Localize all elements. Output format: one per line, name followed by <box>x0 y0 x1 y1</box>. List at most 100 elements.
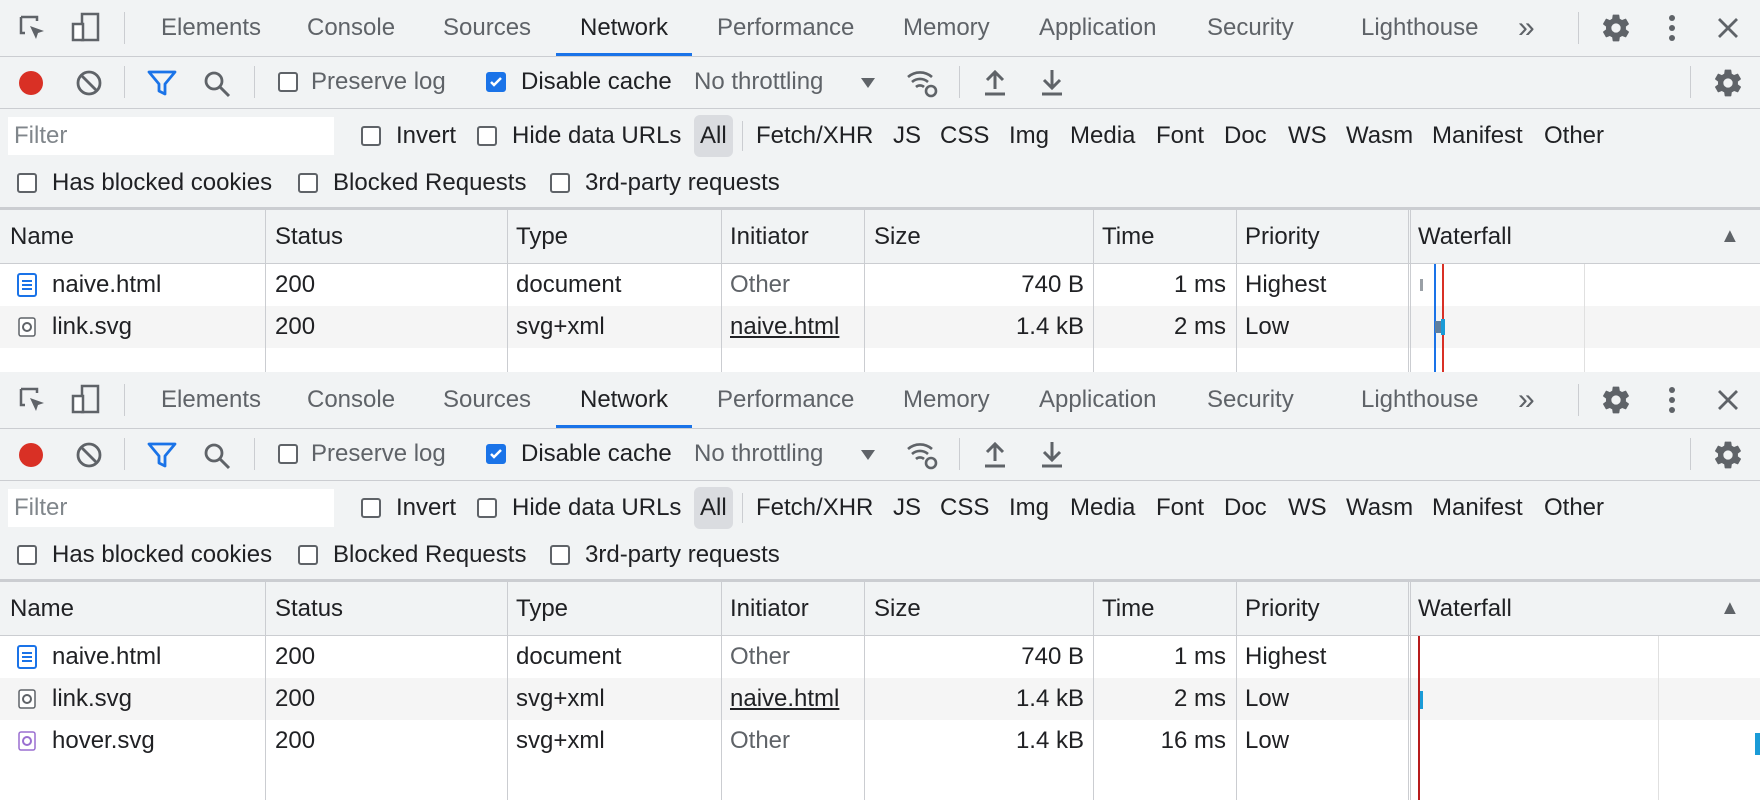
type-filter-js[interactable]: JS <box>893 494 921 522</box>
preserve-log-checkbox[interactable] <box>278 444 298 464</box>
network-settings-gear-icon[interactable] <box>1712 67 1744 99</box>
tab-application[interactable]: Application <box>1039 372 1156 428</box>
column-header-initiator[interactable]: Initiator <box>730 582 809 635</box>
column-header-time[interactable]: Time <box>1102 210 1154 263</box>
type-filter-manifest[interactable]: Manifest <box>1432 494 1523 522</box>
tab-security[interactable]: Security <box>1207 372 1294 428</box>
network-settings-gear-icon[interactable] <box>1712 439 1744 471</box>
filter-funnel-icon[interactable] <box>147 69 177 97</box>
column-header-waterfall[interactable]: Waterfall <box>1418 210 1512 263</box>
type-filter-font[interactable]: Font <box>1156 122 1204 150</box>
column-header-size[interactable]: Size <box>874 210 921 263</box>
more-options-icon[interactable] <box>1660 384 1684 416</box>
sort-ascending-icon[interactable]: ▲ <box>1720 210 1740 263</box>
preserve-log-checkbox[interactable] <box>278 72 298 92</box>
column-header-size[interactable]: Size <box>874 582 921 635</box>
tab-elements[interactable]: Elements <box>161 0 261 56</box>
blocked-requests-checkbox[interactable] <box>298 545 318 565</box>
inspect-element-icon[interactable] <box>18 14 48 44</box>
type-filter-css[interactable]: CSS <box>940 122 989 150</box>
device-toolbar-icon[interactable] <box>70 384 102 416</box>
disable-cache-checkbox[interactable] <box>486 72 506 92</box>
type-filter-js[interactable]: JS <box>893 122 921 150</box>
import-har-icon[interactable] <box>982 439 1008 469</box>
type-filter-all[interactable]: All <box>694 487 733 529</box>
tab-sources[interactable]: Sources <box>443 372 531 428</box>
network-conditions-icon[interactable] <box>905 439 939 471</box>
close-icon[interactable] <box>1714 386 1742 414</box>
type-filter-ws[interactable]: WS <box>1288 494 1327 522</box>
tab-performance[interactable]: Performance <box>717 0 854 56</box>
sort-ascending-icon[interactable]: ▲ <box>1720 582 1740 635</box>
type-filter-wasm[interactable]: Wasm <box>1346 122 1413 150</box>
tab-application[interactable]: Application <box>1039 0 1156 56</box>
tab-lighthouse[interactable]: Lighthouse <box>1361 372 1478 428</box>
type-filter-other[interactable]: Other <box>1544 122 1604 150</box>
more-tabs-icon[interactable]: » <box>1518 0 1535 56</box>
tab-memory[interactable]: Memory <box>903 0 990 56</box>
device-toolbar-icon[interactable] <box>70 12 102 44</box>
column-header-status[interactable]: Status <box>275 210 343 263</box>
tab-sources[interactable]: Sources <box>443 0 531 56</box>
tab-network[interactable]: Network <box>555 0 693 56</box>
column-header-priority[interactable]: Priority <box>1245 582 1320 635</box>
type-filter-doc[interactable]: Doc <box>1224 494 1267 522</box>
tab-elements[interactable]: Elements <box>161 372 261 428</box>
clear-icon[interactable] <box>75 69 103 97</box>
has-blocked-cookies-checkbox[interactable] <box>17 545 37 565</box>
type-filter-manifest[interactable]: Manifest <box>1432 122 1523 150</box>
throttling-select[interactable]: No throttling <box>694 68 823 96</box>
cell-initiator-link[interactable]: naive.html <box>730 306 839 348</box>
type-filter-font[interactable]: Font <box>1156 494 1204 522</box>
chevron-down-icon[interactable] <box>860 449 876 461</box>
type-filter-all[interactable]: All <box>694 115 733 157</box>
invert-checkbox[interactable] <box>361 126 381 146</box>
column-header-priority[interactable]: Priority <box>1245 210 1320 263</box>
has-blocked-cookies-checkbox[interactable] <box>17 173 37 193</box>
settings-gear-icon[interactable] <box>1600 384 1632 416</box>
tab-console[interactable]: Console <box>307 372 395 428</box>
column-header-time[interactable]: Time <box>1102 582 1154 635</box>
tab-console[interactable]: Console <box>307 0 395 56</box>
more-options-icon[interactable] <box>1660 12 1684 44</box>
third-party-requests-checkbox[interactable] <box>550 545 570 565</box>
clear-icon[interactable] <box>75 441 103 469</box>
filter-input[interactable] <box>8 117 334 155</box>
settings-gear-icon[interactable] <box>1600 12 1632 44</box>
tab-memory[interactable]: Memory <box>903 372 990 428</box>
tab-lighthouse[interactable]: Lighthouse <box>1361 0 1478 56</box>
filter-funnel-icon[interactable] <box>147 441 177 469</box>
blocked-requests-checkbox[interactable] <box>298 173 318 193</box>
network-conditions-icon[interactable] <box>905 67 939 99</box>
type-filter-wasm[interactable]: Wasm <box>1346 494 1413 522</box>
inspect-element-icon[interactable] <box>18 386 48 416</box>
type-filter-img[interactable]: Img <box>1009 494 1049 522</box>
disable-cache-checkbox[interactable] <box>486 444 506 464</box>
import-har-icon[interactable] <box>982 67 1008 97</box>
record-icon[interactable] <box>17 441 45 469</box>
type-filter-fetch-xhr[interactable]: Fetch/XHR <box>756 122 873 150</box>
type-filter-ws[interactable]: WS <box>1288 122 1327 150</box>
more-tabs-icon[interactable]: » <box>1518 372 1535 428</box>
chevron-down-icon[interactable] <box>860 77 876 89</box>
column-header-type[interactable]: Type <box>516 210 568 263</box>
hide-data-urls-checkbox[interactable] <box>477 126 497 146</box>
type-filter-css[interactable]: CSS <box>940 494 989 522</box>
column-header-initiator[interactable]: Initiator <box>730 210 809 263</box>
tab-security[interactable]: Security <box>1207 0 1294 56</box>
type-filter-media[interactable]: Media <box>1070 494 1135 522</box>
export-har-icon[interactable] <box>1039 67 1065 97</box>
record-icon[interactable] <box>17 69 45 97</box>
filter-input[interactable] <box>8 489 334 527</box>
column-header-name[interactable]: Name <box>10 582 74 635</box>
column-header-type[interactable]: Type <box>516 582 568 635</box>
cell-initiator-link[interactable]: naive.html <box>730 678 839 720</box>
close-icon[interactable] <box>1714 14 1742 42</box>
invert-checkbox[interactable] <box>361 498 381 518</box>
hide-data-urls-checkbox[interactable] <box>477 498 497 518</box>
tab-performance[interactable]: Performance <box>717 372 854 428</box>
search-icon[interactable] <box>202 441 232 471</box>
search-icon[interactable] <box>202 69 232 99</box>
export-har-icon[interactable] <box>1039 439 1065 469</box>
column-header-name[interactable]: Name <box>10 210 74 263</box>
